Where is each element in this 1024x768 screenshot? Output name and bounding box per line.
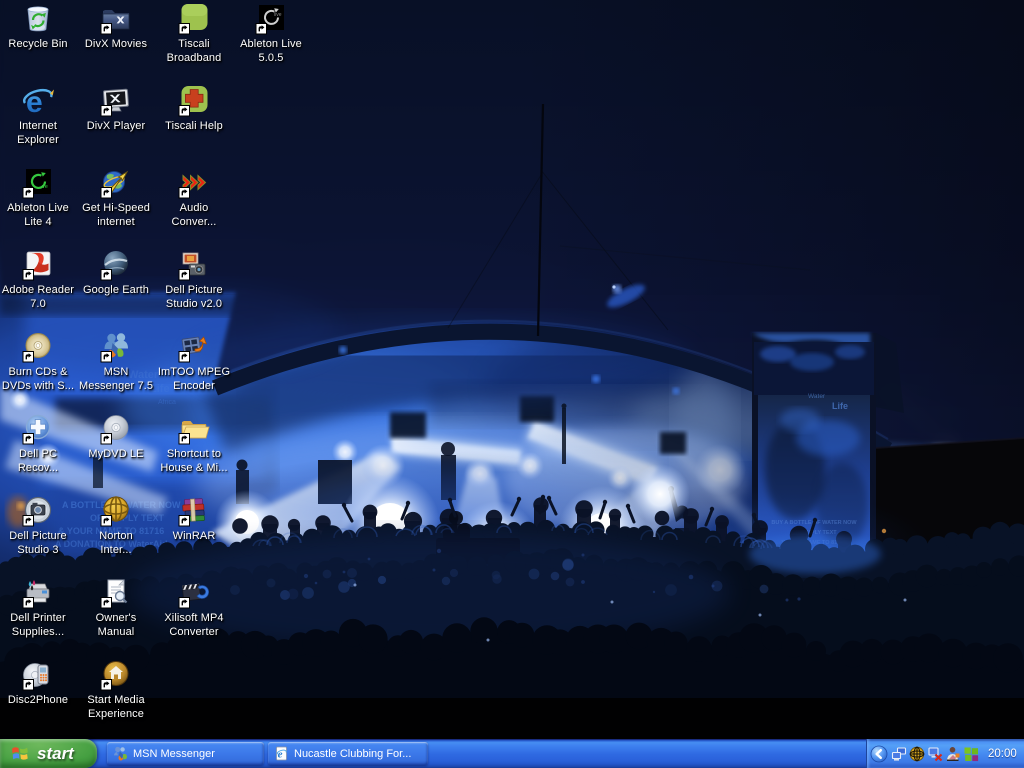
svg-text:ve: ve bbox=[42, 184, 48, 190]
svg-text:live: live bbox=[274, 12, 282, 18]
svg-text:Water: Water bbox=[808, 393, 826, 400]
svg-text:Life: Life bbox=[832, 401, 848, 411]
